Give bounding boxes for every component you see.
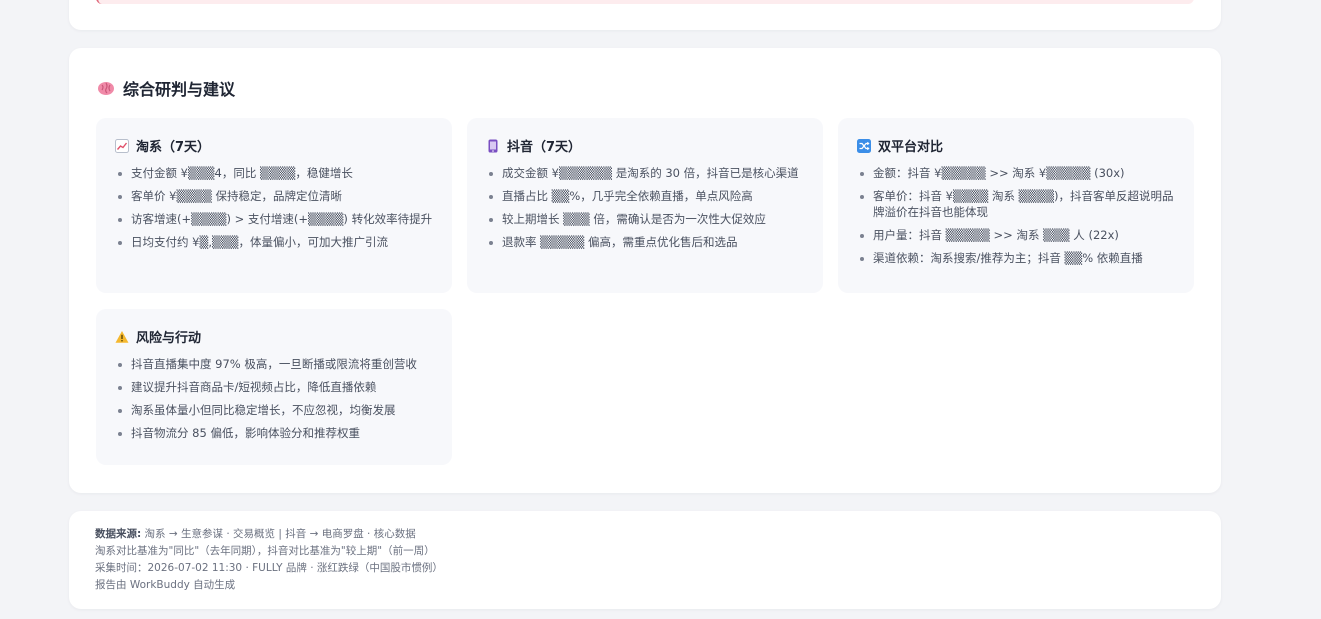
panel-douyin-title: 抖音（7天）	[507, 140, 582, 155]
list-item: 用户量：抖音 ▒▒▒▒▒ >> 淘系 ▒▒▒ 人 (22x)	[857, 227, 1176, 243]
footer-source-text: 淘系 → 生意参谋 · 交易概览 | 抖音 → 电商罗盘 · 核心数据	[144, 528, 416, 540]
panel-taobao: 淘系（7天） 支付金额 ¥▒▒▒4，同比 ▒▒▒▒，稳健增长 客单价 ¥▒▒▒▒…	[96, 118, 452, 293]
shuffle-icon	[857, 138, 871, 153]
list-item: 成交金额 ¥▒▒▒▒▒▒ 是淘系的 30 倍，抖音已是核心渠道	[486, 165, 805, 181]
panel-compare-header: 双平台对比	[857, 136, 1176, 155]
panel-risk-list: 抖音直播集中度 97% 极高，一旦断播或限流将重创营收 建议提升抖音商品卡/短视…	[115, 356, 434, 441]
section-header: 综合研判与建议	[97, 76, 235, 100]
analysis-card: 综合研判与建议 淘系（7天） 支付金额 ¥▒▒▒4，同比 ▒▒▒▒，稳健增长 客…	[69, 48, 1221, 493]
panel-taobao-header: 淘系（7天）	[115, 136, 434, 155]
list-item: 退款率 ▒▒▒▒▒ 偏高，需重点优化售后和选品	[486, 234, 805, 250]
footer-card: 数据来源: 淘系 → 生意参谋 · 交易概览 | 抖音 → 电商罗盘 · 核心数…	[69, 511, 1221, 609]
panel-douyin-header: 抖音（7天）	[486, 136, 805, 155]
panel-compare-title: 双平台对比	[878, 140, 944, 155]
panel-risk-title: 风险与行动	[136, 331, 202, 346]
brain-icon	[97, 79, 115, 97]
panel-douyin: 抖音（7天） 成交金额 ¥▒▒▒▒▒▒ 是淘系的 30 倍，抖音已是核心渠道 直…	[467, 118, 823, 293]
list-item: 较上期增长 ▒▒▒ 倍，需确认是否为一次性大促效应	[486, 211, 805, 227]
panel-risk-header: 风险与行动	[115, 327, 434, 346]
footer-source-label: 数据来源:	[95, 528, 142, 540]
panel-taobao-title: 淘系（7天）	[136, 140, 211, 155]
list-item: 淘系虽体量小但同比稳定增长，不应忽视，均衡发展	[115, 402, 434, 418]
footer-collected: 采集时间：2026-07-02 11:30 · FULLY 品牌 · 涨红跌绿（…	[95, 562, 443, 574]
list-item: 渠道依赖：淘系搜索/推荐为主；抖音 ▒▒% 依赖直播	[857, 250, 1176, 266]
footer-source: 数据来源: 淘系 → 生意参谋 · 交易概览 | 抖音 → 电商罗盘 · 核心数…	[95, 526, 1195, 543]
list-item: 抖音物流分 85 偏低，影响体验分和推荐权重	[115, 425, 434, 441]
phone-icon	[486, 139, 500, 153]
list-item: 支付金额 ¥▒▒▒4，同比 ▒▒▒▒，稳健增长	[115, 165, 434, 181]
report-page: 综合研判与建议 淘系（7天） 支付金额 ¥▒▒▒4，同比 ▒▒▒▒，稳健增长 客…	[0, 0, 1321, 619]
warning-icon	[115, 330, 129, 344]
section-title: 综合研判与建议	[123, 80, 236, 99]
list-item: 客单价 ¥▒▒▒▒ 保持稳定，品牌定位清晰	[115, 188, 434, 204]
panel-douyin-list: 成交金额 ¥▒▒▒▒▒▒ 是淘系的 30 倍，抖音已是核心渠道 直播占比 ▒▒%…	[486, 165, 805, 250]
previous-section-card	[69, 0, 1221, 30]
panel-taobao-list: 支付金额 ¥▒▒▒4，同比 ▒▒▒▒，稳健增长 客单价 ¥▒▒▒▒ 保持稳定，品…	[115, 165, 434, 250]
alert-strip	[96, 0, 1194, 4]
chart-up-icon	[115, 138, 129, 153]
list-item: 客单价：抖音 ¥▒▒▒▒ 淘系 ▒▒▒▒)，抖音客单反超说明品牌溢价在抖音也能体…	[857, 188, 1176, 220]
list-item: 抖音直播集中度 97% 极高，一旦断播或限流将重创营收	[115, 356, 434, 372]
panel-compare-list: 金额：抖音 ¥▒▒▒▒▒ >> 淘系 ¥▒▒▒▒▒ (30x) 客单价：抖音 ¥…	[857, 165, 1176, 266]
list-item: 日均支付约 ¥▒,▒▒▒，体量偏小，可加大推广引流	[115, 234, 434, 250]
panel-compare: 双平台对比 金额：抖音 ¥▒▒▒▒▒ >> 淘系 ¥▒▒▒▒▒ (30x) 客单…	[838, 118, 1194, 293]
list-item: 金额：抖音 ¥▒▒▒▒▒ >> 淘系 ¥▒▒▒▒▒ (30x)	[857, 165, 1176, 181]
list-item: 访客增速(+▒▒▒▒) > 支付增速(+▒▒▒▒) 转化效率待提升	[115, 211, 434, 227]
panel-risk: 风险与行动 抖音直播集中度 97% 极高，一旦断播或限流将重创营收 建议提升抖音…	[96, 309, 452, 465]
list-item: 直播占比 ▒▒%，几乎完全依赖直播，单点风险高	[486, 188, 805, 204]
footer-baseline: 淘系对比基准为"同比"（去年同期），抖音对比基准为"较上期"（前一周）	[95, 545, 435, 557]
list-item: 建议提升抖音商品卡/短视频占比，降低直播依赖	[115, 379, 434, 395]
footer-generated: 报告由 WorkBuddy 自动生成	[95, 579, 236, 591]
